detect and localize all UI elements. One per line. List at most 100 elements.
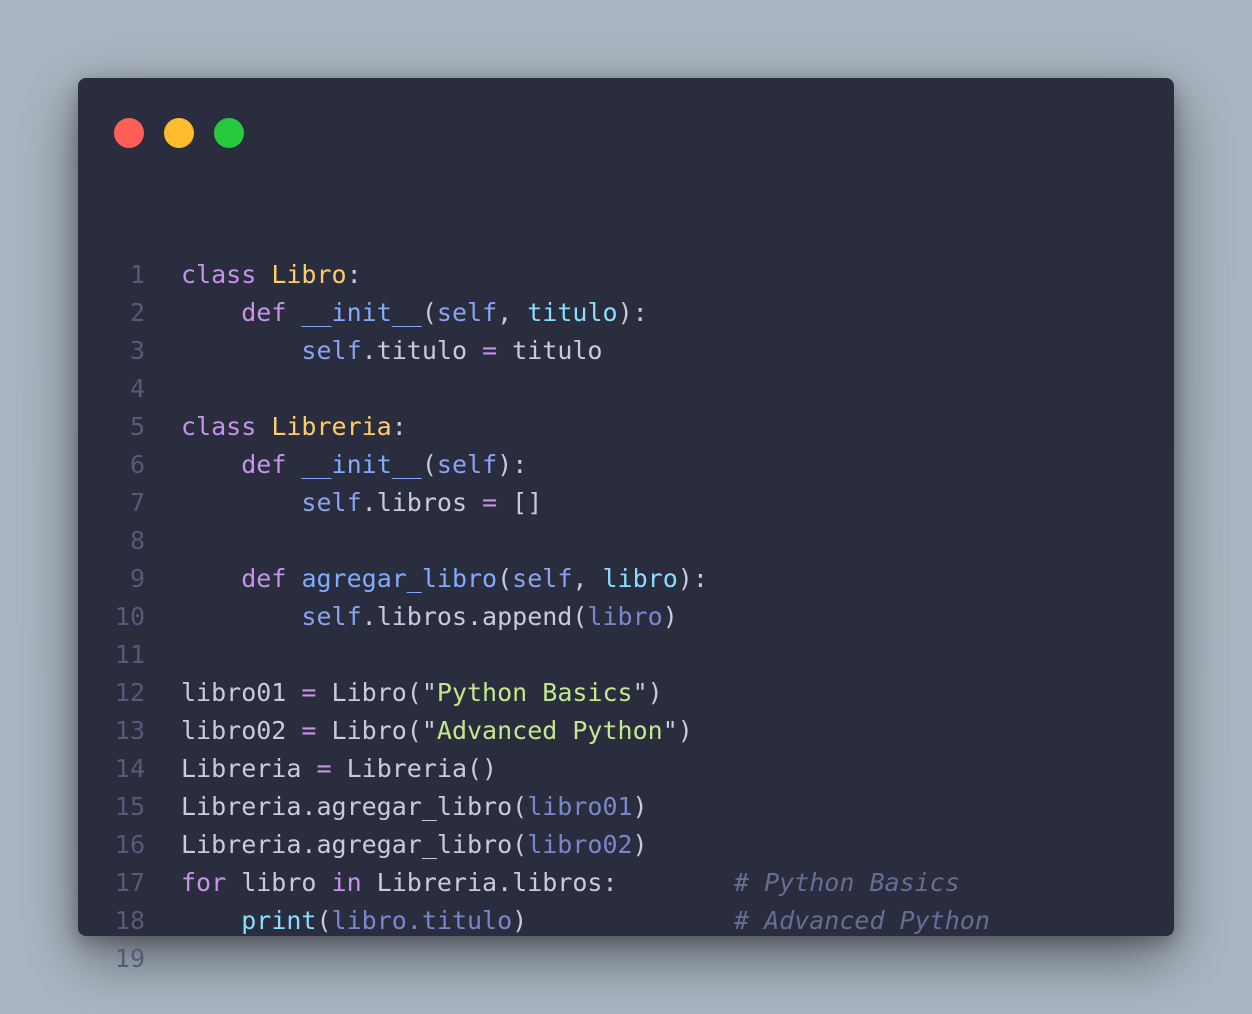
code-token: .titulo (361, 336, 483, 365)
code-token: ): (497, 450, 528, 479)
code-token: in (331, 868, 362, 897)
code-token: = (482, 336, 498, 365)
code-token: Libreria() (331, 754, 498, 783)
line-number: 6 (129, 450, 145, 479)
code-token: __init__ (301, 298, 422, 327)
line-number: 16 (114, 830, 145, 859)
line-number: 17 (114, 868, 145, 897)
code-text: Libreria = Libreria() (181, 750, 497, 788)
code-token: print (241, 906, 317, 935)
maximize-button[interactable] (214, 118, 244, 148)
code-token: ) (632, 792, 648, 821)
code-comment: # Advanced Python (734, 906, 990, 935)
code-token: def (241, 564, 287, 593)
code-token: libro (226, 868, 332, 897)
code-token: libro.titulo (331, 906, 513, 935)
code-token: .libros.append( (361, 602, 588, 631)
close-button[interactable] (114, 118, 144, 148)
code-token: Advanced Python (436, 716, 663, 745)
code-token: def (241, 298, 287, 327)
line-number: 8 (129, 526, 145, 555)
code-token: for (181, 868, 227, 897)
code-token: = (482, 488, 498, 517)
code-token: , (572, 564, 603, 593)
line-number: 15 (114, 792, 145, 821)
code-token: : (346, 260, 362, 289)
line-number: 4 (129, 374, 145, 403)
code-token: Libro(" (316, 716, 437, 745)
line-number: 3 (129, 336, 145, 365)
code-token: libro01 (527, 792, 633, 821)
line-number: 12 (114, 678, 145, 707)
line-number: 5 (129, 412, 145, 441)
code-token: Libro (271, 260, 347, 289)
code-text: for libro in Libreria.libros: (181, 864, 618, 902)
code-text: libro01 = Libro("Python Basics") (181, 674, 663, 712)
line-number: 10 (114, 602, 145, 631)
code-token: libro02 (181, 716, 287, 745)
code-token: ) (662, 602, 678, 631)
code-token: agregar_libro (301, 564, 498, 593)
code-token: libro02 (527, 830, 633, 859)
line-number: 2 (129, 298, 145, 327)
code-text: libro02 = Libro("Advanced Python") (181, 712, 693, 750)
line-number: 13 (114, 716, 145, 745)
code-token: self (301, 488, 362, 517)
code-token: self (512, 564, 573, 593)
code-token: : (391, 412, 407, 441)
code-token: libro (602, 564, 678, 593)
code-token: , (497, 298, 528, 327)
code-token: ) (632, 830, 648, 859)
code-token: ): (677, 564, 708, 593)
code-window: 1 class Libro: 2 def __init__(self, titulo… (78, 78, 1174, 973)
line-number: 18 (114, 906, 145, 935)
line-number: 7 (129, 488, 145, 517)
code-token: self (301, 336, 362, 365)
code-token: libro01 (181, 678, 287, 707)
code-token: Libreria.agregar_libro( (181, 792, 528, 821)
code-token: [] (497, 488, 543, 517)
code-token: Python Basics (436, 678, 633, 707)
line-number: 14 (114, 754, 145, 783)
code-text: print(libro.titulo) (181, 902, 527, 940)
minimize-button[interactable] (164, 118, 194, 148)
code-text: def __init__(self, titulo): (181, 294, 648, 332)
code-token: ): (617, 298, 648, 327)
code-comment: # Python Basics (734, 868, 960, 897)
code-token: __init__ (301, 450, 422, 479)
code-text: def __init__(self): (181, 446, 527, 484)
code-token: Libreria (181, 754, 302, 783)
code-token: def (241, 450, 287, 479)
code-text: Libreria.agregar_libro(libro02) (181, 826, 648, 864)
code-token: class (181, 412, 257, 441)
code-token: ( (421, 298, 437, 327)
code-text: self.libros.append(libro) (181, 598, 678, 636)
code-token: ( (497, 564, 513, 593)
code-token: = (301, 716, 317, 745)
code-token: self (436, 298, 498, 327)
line-number: 11 (114, 640, 145, 669)
code-text: class Libreria: (181, 408, 407, 446)
line-number: 9 (129, 564, 145, 593)
code-token: ") (632, 678, 663, 707)
code-token: = (316, 754, 332, 783)
code-token: libro (587, 602, 663, 631)
code-text: self.libros = [] (181, 484, 542, 522)
code-token: class (181, 260, 257, 289)
code-token: titulo (497, 336, 603, 365)
code-text: def agregar_libro(self, libro): (181, 560, 708, 598)
line-number: 1 (129, 260, 145, 289)
code-token: self (436, 450, 498, 479)
